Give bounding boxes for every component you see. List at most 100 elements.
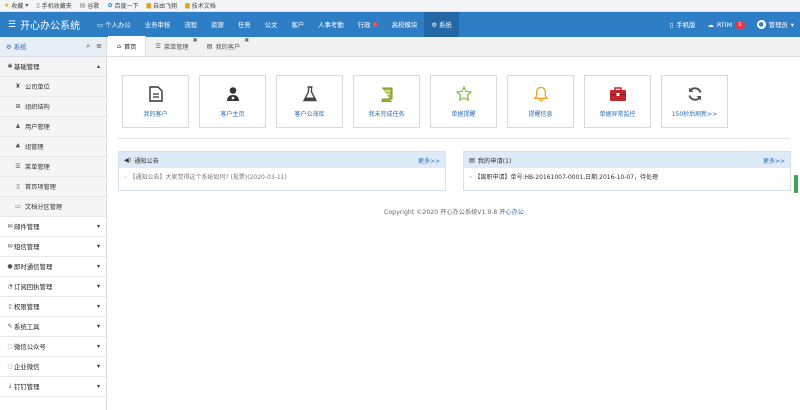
search-icon[interactable]: ⌕ bbox=[86, 42, 90, 51]
book-icon bbox=[378, 85, 396, 103]
phone-icon: ▯ bbox=[669, 20, 674, 29]
nav-customers[interactable]: 客户 bbox=[284, 12, 311, 37]
scrollbar-indicator[interactable] bbox=[794, 175, 798, 193]
mobile-version-link[interactable]: ▯ 手机版 bbox=[669, 20, 696, 30]
sidebar-item-org[interactable]: ⊞ 组织结构 bbox=[0, 97, 106, 117]
notice-panel: ◀) 通知公告 更多>> ◦ 【通知公告】大家觉得这个系统如何? (投票)(20… bbox=[118, 151, 446, 191]
doc-icon: ▤ bbox=[206, 42, 213, 50]
nav-university[interactable]: 高校模块 bbox=[385, 12, 425, 37]
sidebar-title: 系统 bbox=[13, 43, 27, 51]
doc-icon: ▭ bbox=[15, 203, 21, 210]
shortcut-unfinished-tasks[interactable]: 我未完成任务 bbox=[353, 75, 420, 128]
sidebar-item-company[interactable]: ♜ 公司单位 bbox=[0, 77, 106, 97]
shortcut-reminder-info[interactable]: 提醒信息 bbox=[507, 75, 574, 128]
star-outline-icon bbox=[455, 85, 473, 103]
mail-icon: ✉ bbox=[7, 223, 13, 230]
star-icon: ★ bbox=[4, 2, 10, 9]
nav-tasks[interactable]: 任务 bbox=[231, 12, 258, 37]
page-icon: ▤ bbox=[79, 2, 86, 9]
nav-workflow[interactable]: 流程 bbox=[177, 12, 204, 37]
list-toggle-icon[interactable]: ≡ bbox=[96, 42, 102, 51]
nav-system[interactable]: ⚙ 系统 bbox=[424, 12, 459, 37]
bookmark-icon: ▯ bbox=[8, 303, 12, 310]
sidebar-group-wechat-mp[interactable]: ◌ 微信公众号 ▾ bbox=[0, 337, 106, 357]
close-icon[interactable]: ✖ bbox=[244, 37, 249, 44]
chevron-down-icon: ▾ bbox=[96, 323, 100, 330]
chevron-down-icon: ▾ bbox=[96, 263, 100, 270]
sidebar-group-im[interactable]: ● 即时通信管理 ▾ bbox=[0, 257, 106, 277]
pin-icon: ↓ bbox=[7, 383, 13, 390]
bookmark-google[interactable]: ▤ 谷歌 bbox=[80, 1, 100, 10]
bookmarks-bar: ★ 收藏 ▾ ▯ 手机收藏夹 ▤ 谷歌 ✿ 百度一下 ▆ 自由飞翔 ▆ 技术文档 bbox=[0, 0, 800, 12]
nav-hr-attendance[interactable]: 人事考勤 bbox=[311, 12, 351, 37]
tab-bar: ⌂ 首页 ☰ 菜单管理 ✖ ▤ 我的客户 ✖ bbox=[108, 36, 800, 57]
list-icon: ▤ bbox=[469, 156, 475, 164]
chevron-down-icon: ▾ bbox=[96, 283, 100, 290]
nav-documents[interactable]: 公文 bbox=[258, 12, 285, 37]
gear-icon: ⚙ bbox=[431, 20, 438, 29]
footer-link[interactable]: 开心办公 bbox=[499, 209, 524, 216]
bookmark-icon: ▯ bbox=[16, 183, 20, 190]
sidebar-item-menus[interactable]: ☰ 菜单管理 bbox=[0, 157, 106, 177]
monitor-icon: ▭ bbox=[97, 20, 104, 29]
building-icon: ♜ bbox=[15, 83, 21, 90]
nav-personal-office[interactable]: ▭ 个人办公 bbox=[90, 12, 138, 37]
nav-business-review[interactable]: 业务审核 bbox=[138, 12, 178, 37]
sidebar-group-basic[interactable]: ✱ 基础管理 ▴ bbox=[0, 57, 106, 77]
bell-icon bbox=[532, 85, 550, 103]
sidebar-group-tools[interactable]: ✎ 系统工具 ▾ bbox=[0, 317, 106, 337]
sidebar-group-sms[interactable]: ✉ 短信管理 ▾ bbox=[0, 237, 106, 257]
sidebar-group-wechat-work[interactable]: ◌ 企业微信 ▾ bbox=[0, 357, 106, 377]
brand-title: 开心办公系统 bbox=[20, 21, 81, 32]
nav-admin[interactable]: 行政 ● bbox=[351, 12, 385, 37]
bookmark-baidu[interactable]: ✿ 百度一下 bbox=[107, 1, 138, 10]
user-menu[interactable]: ● 管理员 ▾ bbox=[756, 20, 794, 29]
divider bbox=[118, 138, 790, 139]
shortcut-refresh[interactable]: 150秒后刷新>> bbox=[661, 75, 728, 128]
shortcut-doc-reminder[interactable]: 单据提醒 bbox=[430, 75, 497, 128]
footer: Copyright ©2020 开心办公系统V1.9.8 开心办公 bbox=[108, 207, 800, 216]
paw-icon: ✿ bbox=[107, 2, 113, 9]
list-icon: ☰ bbox=[15, 163, 21, 170]
brand[interactable]: ☰ 开心办公系统 bbox=[0, 17, 90, 33]
apply-item[interactable]: ◦ 【离职申请】单号:HB-20161007-0001,日期:2016-10-0… bbox=[464, 168, 790, 185]
top-navbar: ☰ 开心办公系统 ▭ 个人办公 业务审核 流程 资源 任务 公文 客户 人事考勤 … bbox=[0, 12, 800, 37]
sidebar-item-groups[interactable]: ♣ 组管理 bbox=[0, 137, 106, 157]
sidebar-group-dingtalk[interactable]: ↓ 钉钉管理 ▾ bbox=[0, 377, 106, 397]
shortcut-customer-pool[interactable]: 客户公海库 bbox=[276, 75, 343, 128]
bookmark-folder-docs[interactable]: ▆ 技术文档 bbox=[185, 1, 216, 10]
org-icon: ⊞ bbox=[15, 103, 21, 110]
bookmark-favorites[interactable]: ★ 收藏 ▾ bbox=[4, 1, 28, 10]
chevron-up-icon: ▴ bbox=[96, 63, 100, 70]
sidebar-group-mail[interactable]: ✉ 邮件管理 ▾ bbox=[0, 217, 106, 237]
apply-more-link[interactable]: 更多>> bbox=[763, 156, 785, 165]
nav-items: ▭ 个人办公 业务审核 流程 资源 任务 公文 客户 人事考勤 行政 ● 高校模块 … bbox=[90, 12, 459, 37]
bookmark-folder-ziyou[interactable]: ▆ 自由飞翔 bbox=[146, 1, 177, 10]
shortcut-doc-monitor[interactable]: 单据异常监控 bbox=[584, 75, 651, 128]
shortcut-customer-home[interactable]: 客户主页 bbox=[199, 75, 266, 128]
tab-my-customers[interactable]: ▤ 我的客户 ✖ bbox=[198, 36, 250, 56]
sidebar-group-subscription[interactable]: ◔ 订阅回执管理 ▾ bbox=[0, 277, 106, 297]
sidebar-group-permission[interactable]: ▯ 权限管理 ▾ bbox=[0, 297, 106, 317]
gear-icon: ✱ bbox=[7, 63, 13, 70]
menu-icon: ☰ bbox=[8, 19, 17, 30]
wechat-icon: ◌ bbox=[7, 363, 13, 370]
apply-panel: ▤ 我的申请(1) 更多>> ◦ 【离职申请】单号:HB-20161007-00… bbox=[463, 151, 791, 191]
notice-more-link[interactable]: 更多>> bbox=[418, 156, 440, 165]
nav-resources[interactable]: 资源 bbox=[204, 12, 231, 37]
sidebar-item-home-items[interactable]: ▯ 首页项管理 bbox=[0, 177, 106, 197]
rtim-link[interactable]: ☁ RTIM 1 bbox=[707, 20, 745, 29]
list-icon: ☰ bbox=[155, 42, 161, 50]
refresh-icon bbox=[686, 85, 704, 103]
notification-dot: ● bbox=[372, 21, 378, 28]
bookmark-mobile[interactable]: ▯ 手机收藏夹 bbox=[36, 1, 71, 10]
tab-menu-manage[interactable]: ☰ 菜单管理 ✖ bbox=[146, 36, 197, 56]
chevron-down-icon: ▾ bbox=[96, 223, 100, 230]
main-content: 我的客户 客户主页 客户公海库 我未完成任务 单据提醒 提醒信息 单据异常监控 … bbox=[108, 58, 800, 410]
sidebar-item-doc-partition[interactable]: ▭ 文档分区管理 bbox=[0, 197, 106, 217]
sidebar-item-users[interactable]: ♟ 用户管理 bbox=[0, 117, 106, 137]
shortcut-my-customers[interactable]: 我的客户 bbox=[122, 75, 189, 128]
chevron-down-icon: ▾ bbox=[790, 20, 794, 29]
tab-home[interactable]: ⌂ 首页 bbox=[108, 36, 147, 56]
notice-item[interactable]: ◦ 【通知公告】大家觉得这个系统如何? (投票)(2020-03-11) bbox=[119, 168, 445, 185]
